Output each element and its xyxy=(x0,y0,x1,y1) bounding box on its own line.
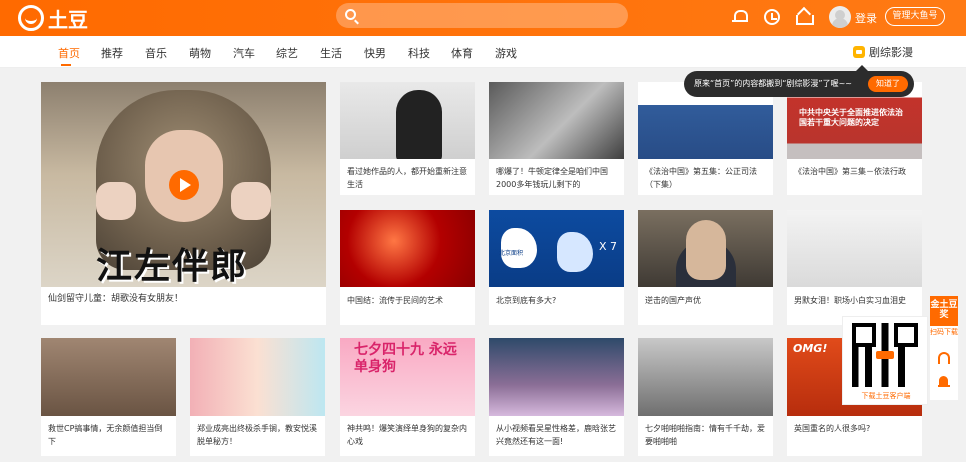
video-card[interactable]: 中共中央关于全面推进依法治国若干重大问题的决定 《法治中国》第三集－依法行政 xyxy=(787,82,922,195)
active-tab-indicator xyxy=(61,64,71,66)
qr-caption[interactable]: 下载土豆客户端 xyxy=(843,391,929,401)
video-thumbnail[interactable] xyxy=(489,82,624,159)
map-label: 北京面积 xyxy=(499,250,524,257)
video-caption[interactable]: 逆击的国产声优 xyxy=(645,294,767,307)
drama-variety-link[interactable]: 剧综影漫 xyxy=(853,44,913,60)
video-card[interactable]: 哪爆了！牛顿定律全是咱们中国2000多年钱玩儿剩下的 xyxy=(489,82,624,195)
moved-content-tooltip: 原来“首页”的内容都搬到“剧综影漫”了喔~~ 知道了 xyxy=(684,65,914,97)
video-card[interactable]: 郑业成亮出终极杀手锏，教安悦溪脱单秘方！ xyxy=(190,338,325,456)
video-caption[interactable]: 郑业成亮出终极杀手锏，教安悦溪脱单秘方！ xyxy=(197,422,319,448)
video-card[interactable]: 救世CP搞事情，无余颜值担当倒下 xyxy=(41,338,176,456)
video-thumbnail[interactable]: 七夕四十九 永远单身狗 xyxy=(340,338,475,416)
video-thumbnail[interactable] xyxy=(340,210,475,287)
tv-icon xyxy=(853,46,865,58)
manage-account-button[interactable]: 管理大鱼号 xyxy=(885,7,945,26)
tooltip-text: 原来“首页”的内容都搬到“剧综影漫”了喔~~ xyxy=(694,79,852,88)
search-input[interactable] xyxy=(362,3,622,28)
top-header: 土豆 登录 管理大鱼号 xyxy=(0,0,966,36)
login-link[interactable]: 登录 xyxy=(855,10,877,26)
qr-logo-badge xyxy=(876,351,894,359)
search-box[interactable] xyxy=(336,3,628,28)
floating-sidebar: 金土豆奖 扫码下载 xyxy=(930,296,958,400)
video-caption[interactable]: 北京到底有多大? xyxy=(496,294,618,307)
video-caption[interactable]: 神共鸣！爆笑演绎单身狗的复杂内心戏 xyxy=(347,422,469,448)
nav-item-variety[interactable]: 综艺 xyxy=(276,45,298,61)
search-icon[interactable] xyxy=(345,9,356,20)
nav-item-recommend[interactable]: 推荐 xyxy=(101,45,123,61)
video-caption[interactable]: 中国结：流传于民间的艺术 xyxy=(347,294,469,307)
map-multiplier: X 7 xyxy=(599,240,618,253)
video-card[interactable]: 中国结：流传于民间的艺术 xyxy=(340,210,475,325)
channel-nav: 首页 推荐 音乐 萌物 汽车 综艺 生活 快男 科技 体育 游戏 剧综影漫 xyxy=(0,36,966,68)
nav-item-games[interactable]: 游戏 xyxy=(495,45,517,61)
nav-item-kuainan[interactable]: 快男 xyxy=(364,45,386,61)
video-caption[interactable]: 哪爆了！牛顿定律全是咱们中国2000多年钱玩儿剩下的 xyxy=(496,165,618,191)
qixi-title: 七夕四十九 永远单身狗 xyxy=(354,342,457,375)
tooltip-dismiss-button[interactable]: 知道了 xyxy=(868,76,908,92)
video-thumbnail[interactable] xyxy=(638,338,773,416)
video-card[interactable]: 七夕四十九 永远单身狗 神共鸣！爆笑演绎单身狗的复杂内心戏 xyxy=(340,338,475,456)
omg-overlay: OMG! xyxy=(793,342,828,355)
video-thumbnail[interactable] xyxy=(787,210,922,287)
bell-icon[interactable] xyxy=(732,9,748,25)
nav-item-home[interactable]: 首页 xyxy=(58,45,80,61)
avatar[interactable] xyxy=(829,6,851,28)
video-caption[interactable]: 七夕啪啪啪指南：情有千千劫，爱要啪啪啪 xyxy=(645,422,767,448)
video-card[interactable]: 从小视频看吴星性格差，鹿晗张艺兴竟然还有这一面! xyxy=(489,338,624,456)
video-caption[interactable]: 看过她作品的人，都开始重新注意生活 xyxy=(347,165,469,191)
hero-caption[interactable]: 仙剑留守儿童：胡歌没有女朋友！ xyxy=(48,293,318,306)
nav-item-auto[interactable]: 汽车 xyxy=(233,45,255,61)
nav-item-pets[interactable]: 萌物 xyxy=(189,45,211,61)
logo-text: 土豆 xyxy=(48,7,88,32)
video-thumbnail[interactable] xyxy=(41,338,176,416)
nav-item-tech[interactable]: 科技 xyxy=(408,45,430,61)
logo-icon xyxy=(18,5,44,31)
video-thumbnail[interactable] xyxy=(489,338,624,416)
nav-item-sports[interactable]: 体育 xyxy=(451,45,473,61)
video-card[interactable]: 男默女泪！职场小白实习血泪史 xyxy=(787,210,922,325)
video-caption[interactable]: 《法治中国》第五集：公正司法（下集） xyxy=(645,165,767,191)
headset-icon[interactable] xyxy=(938,352,950,364)
video-caption[interactable]: 从小视频看吴星性格差，鹿晗张艺兴竟然还有这一面! xyxy=(496,422,618,448)
video-card[interactable]: 《法治中国》第五集：公正司法（下集） xyxy=(638,82,773,195)
video-caption[interactable]: 救世CP搞事情，无余颜值担当倒下 xyxy=(48,422,170,448)
video-thumbnail[interactable]: 北京面积 X 7 xyxy=(489,210,624,287)
video-thumbnail[interactable] xyxy=(340,82,475,159)
banner-text: 中共中央关于全面推进依法治国若干重大问题的决定 xyxy=(799,108,903,127)
nav-item-life[interactable]: 生活 xyxy=(320,45,342,61)
video-thumbnail[interactable] xyxy=(190,338,325,416)
hero-video-card[interactable]: 江左伴郎 仙剑留守儿童：胡歌没有女朋友！ xyxy=(41,82,326,325)
video-caption[interactable]: 男默女泪！职场小白实习血泪史 xyxy=(794,294,916,307)
tudou-logo[interactable]: 土豆 xyxy=(18,5,88,32)
nav-item-music[interactable]: 音乐 xyxy=(145,45,167,61)
play-icon[interactable] xyxy=(169,170,199,200)
hero-thumbnail[interactable]: 江左伴郎 xyxy=(41,82,326,287)
golden-tudou-tag[interactable]: 金土豆奖 xyxy=(930,296,958,326)
hero-overlay-title: 江左伴郎 xyxy=(96,245,249,287)
video-thumbnail[interactable] xyxy=(638,210,773,287)
scan-download-label[interactable]: 扫码下载 xyxy=(930,328,958,337)
upload-icon[interactable] xyxy=(795,9,814,25)
app-qr-panel[interactable]: 下载土豆客户端 xyxy=(842,316,928,405)
qr-code xyxy=(852,323,918,387)
video-card[interactable]: 看过她作品的人，都开始重新注意生活 xyxy=(340,82,475,195)
bell-icon[interactable] xyxy=(938,376,950,388)
drama-link-label: 剧综影漫 xyxy=(869,46,913,59)
video-caption[interactable]: 《法治中国》第三集－依法行政 xyxy=(794,165,916,178)
video-card[interactable]: 逆击的国产声优 xyxy=(638,210,773,325)
video-caption[interactable]: 英国重名的人很多吗? xyxy=(794,422,916,435)
video-card[interactable]: 北京面积 X 7 北京到底有多大? xyxy=(489,210,624,325)
video-card[interactable]: 七夕啪啪啪指南：情有千千劫，爱要啪啪啪 xyxy=(638,338,773,456)
history-clock-icon[interactable] xyxy=(764,9,780,25)
